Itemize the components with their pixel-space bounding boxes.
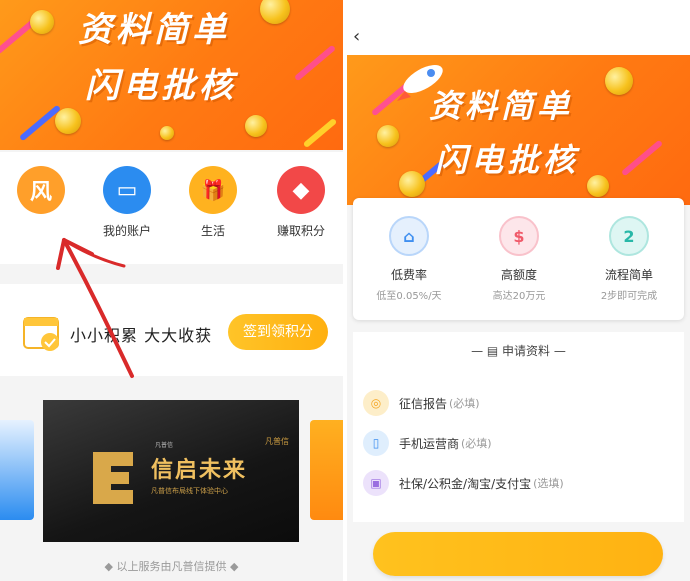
- promo-banner[interactable]: 资料简单 闪电批核: [0, 0, 343, 150]
- promo-corner-logo: 凡普信: [265, 437, 289, 446]
- left-screen: 资料简单 闪电批核 风 ▭ 我的账户 🎁 生活 ◆ 赚取积分 小小积累 大大收获…: [0, 0, 343, 581]
- feature-title: 流程简单: [604, 268, 653, 282]
- item-requirement: (选填): [533, 477, 564, 490]
- quick-icon-my-account[interactable]: ▭ 我的账户: [92, 166, 162, 239]
- shield-icon: ◎: [363, 390, 389, 416]
- back-arrow-icon[interactable]: ‹: [353, 26, 360, 47]
- checkin-card: 小小积累 大大收获 签到领积分: [0, 284, 343, 376]
- checkin-slogan: 小小积累 大大收获: [70, 326, 213, 345]
- item-mobile-carrier[interactable]: ▯ 手机运营商 (必填): [363, 428, 492, 458]
- item-requirement: (必填): [449, 397, 480, 410]
- item-social-security[interactable]: ▣ 社保/公积金/淘宝/支付宝 (选填): [363, 468, 564, 498]
- feature-title: 低费率: [390, 268, 427, 282]
- quick-icon-feng[interactable]: 风: [6, 166, 76, 222]
- item-credit-report[interactable]: ◎ 征信报告 (必填): [363, 388, 480, 418]
- promo-brand: 凡普信: [155, 442, 174, 449]
- banner-line-2: 闪电批核: [85, 66, 237, 106]
- right-screen: ‹ 资料简单 闪电批核 ⌂ 低费率 低至0.05%/天 $ 高额度 高达20万元…: [347, 0, 690, 581]
- item-label: 手机运营商: [399, 436, 460, 451]
- banner-line-1: 资料简单: [429, 87, 574, 125]
- item-label: 社保/公积金/淘宝/支付宝: [399, 476, 532, 491]
- promo-banner[interactable]: 资料简单 闪电批核: [347, 55, 690, 205]
- feature-high-limit: $ 高额度 高达20万元: [469, 216, 569, 302]
- diamond-icon: ◆: [277, 166, 325, 214]
- banner-line-1: 资料简单: [78, 10, 230, 50]
- calendar-icon: [23, 317, 59, 351]
- promo-card[interactable]: 凡普信 凡普信 信启未来 凡普信布局线下体验中心: [43, 400, 299, 542]
- top-bar: ‹: [347, 0, 690, 55]
- feng-icon: 风: [17, 166, 65, 214]
- gift-icon: 🎁: [189, 166, 237, 214]
- item-label: 征信报告: [399, 396, 448, 411]
- money-bag-icon: $: [499, 216, 539, 256]
- side-card-left[interactable]: [0, 420, 34, 520]
- feature-simple-process: 2 流程简单 2步即可完成: [579, 216, 679, 302]
- feature-card: ⌂ 低费率 低至0.05%/天 $ 高额度 高达20万元 2 流程简单 2步即可…: [353, 198, 684, 320]
- badge-icon: 2: [609, 216, 649, 256]
- phone-icon: ▯: [363, 430, 389, 456]
- card-icon: ▣: [363, 470, 389, 496]
- item-requirement: (必填): [461, 437, 492, 450]
- promo-subtitle: 凡普信布局线下体验中心: [151, 487, 228, 495]
- banner-line-2: 闪电批核: [435, 141, 580, 179]
- feature-subtitle: 低至0.05%/天: [376, 291, 442, 302]
- wallet-icon: ▭: [103, 166, 151, 214]
- feature-subtitle: 2步即可完成: [600, 291, 658, 302]
- quick-icon-life[interactable]: 🎁 生活: [178, 166, 248, 239]
- feature-low-rate: ⌂ 低费率 低至0.05%/天: [359, 216, 459, 302]
- quick-icon-earn-points[interactable]: ◆ 赚取积分: [266, 166, 336, 239]
- submit-button[interactable]: [373, 532, 663, 576]
- promo-title: 信启未来: [151, 458, 248, 483]
- quick-icons-row: 风 ▭ 我的账户 🎁 生活 ◆ 赚取积分: [0, 152, 343, 264]
- side-card-right[interactable]: [310, 420, 343, 520]
- icon-label: 赚取积分: [276, 224, 325, 238]
- bank-icon: ⌂: [389, 216, 429, 256]
- feature-subtitle: 高达20万元: [492, 291, 546, 302]
- section-title: — ▤ 申请资料 —: [471, 344, 566, 358]
- checkin-button[interactable]: 签到领积分: [228, 314, 328, 350]
- application-materials: — ▤ 申请资料 — ◎ 征信报告 (必填) ▯ 手机运营商 (必填) ▣ 社保…: [353, 332, 684, 522]
- service-provider-note: ◆ 以上服务由凡普信提供 ◆: [104, 560, 239, 573]
- logo-mark-icon: [93, 452, 133, 504]
- icon-label: 生活: [200, 224, 225, 238]
- feature-title: 高额度: [500, 268, 537, 282]
- icon-label: 我的账户: [102, 224, 151, 238]
